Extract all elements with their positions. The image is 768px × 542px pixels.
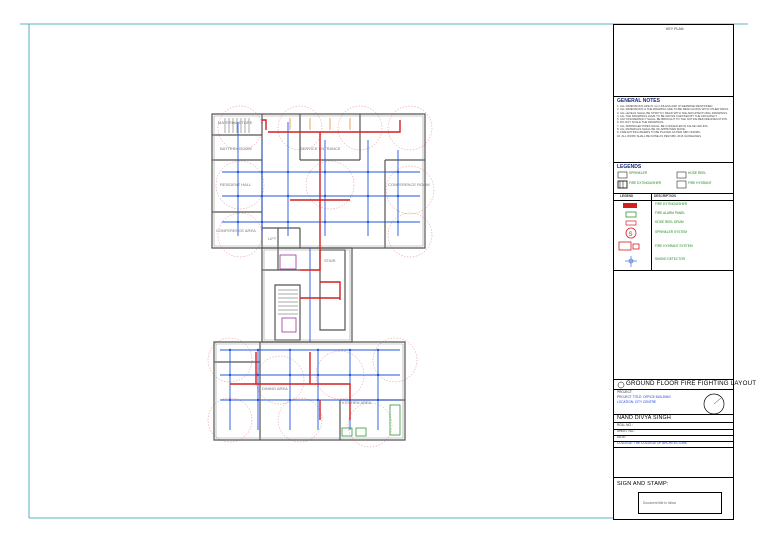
author-name: NAND DIVYA SINGH: [617, 415, 672, 421]
room-label-resident-hall: RESIDENT HALL: [220, 182, 252, 187]
info-line: ROLL NO.:: [617, 423, 633, 427]
sprinkler-heads: [228, 170, 400, 402]
note-item: 10. ALL WORK SHALL BE DONE AS PER NBC 20…: [617, 134, 702, 138]
divider: [614, 435, 733, 436]
stamp-box: Document title to follow: [638, 492, 722, 514]
legend-desc: FIRE ALARM PANEL: [655, 211, 686, 215]
divider: [614, 447, 733, 448]
sprinkler-head: [323, 220, 327, 224]
sprinkler-head: [323, 194, 327, 198]
legend-table-header: DESCRIPTION: [654, 194, 676, 198]
sprinkler-head: [376, 398, 380, 402]
sprinkler-head: [396, 170, 400, 174]
drawing-sheet: MATERIAL STORE BATTERY ROOM RESIDENT HAL…: [0, 0, 768, 542]
sprinkler-head: [396, 194, 400, 198]
legend-symbols: S: [618, 203, 640, 267]
legend-desc: SPRINKLER SYSTEM: [655, 230, 688, 234]
legends-heading: LEGENDS: [617, 164, 642, 170]
legend-desc: FIRE EXTINGUISHER: [655, 202, 688, 206]
sprinkler-head: [348, 373, 352, 377]
project-line: LOCATION: CITY CENTRE: [617, 400, 657, 404]
sprinkler-head: [260, 194, 264, 198]
sprinkler-head: [376, 373, 380, 377]
sprinkler-head: [286, 194, 290, 198]
wall-hatch: [213, 115, 424, 439]
room-label-conference-area: CONFERENCE AREA: [216, 228, 256, 233]
general-notes-list: 1. ALL DIMENSIONS ARE IN mm UNLESS AND O…: [617, 105, 732, 138]
sprinkler-head: [236, 220, 240, 224]
sprinkler-head: [323, 170, 327, 174]
legend-key-label: FIRE HYDRANT: [688, 181, 712, 185]
divider: [651, 193, 652, 270]
title-block: KEY PLAN GENERAL NOTES 1. ALL DIMENSIONS…: [613, 24, 756, 520]
sprinkler-head: [228, 398, 232, 402]
sprinkler-head: [316, 398, 320, 402]
room-label-battery-room: BATTERY ROOM: [220, 146, 252, 151]
divider: [614, 270, 733, 271]
general-notes-heading: GENERAL NOTES: [617, 98, 660, 104]
info-line: SHEET NO.:: [617, 429, 636, 433]
sprinkler-head: [236, 170, 240, 174]
sprinkler-head: [316, 373, 320, 377]
north-arrow-icon: [617, 381, 625, 389]
building-walls: [211, 113, 426, 441]
divider: [614, 162, 733, 163]
sprinkler-head: [256, 348, 260, 352]
sprinkler-head: [376, 348, 380, 352]
info-line: COLLEGE: THE COLLEGE OF ARCHITECTURE: [617, 441, 688, 445]
sprinkler-head: [366, 170, 370, 174]
sprinkler-head: [256, 373, 260, 377]
sprinkler-head: [228, 348, 232, 352]
legend-table-header: LEGEND: [620, 194, 634, 198]
room-label-kitchen-area: KITCHEN AREA: [342, 400, 372, 405]
sprinkler-head: [286, 220, 290, 224]
sprinkler-head: [348, 348, 352, 352]
room-label-service-entrance: SERVICE ENTRANCE: [300, 146, 341, 151]
legend-key-label: FIRE EXTINGUISHER: [629, 181, 662, 185]
room-label-conference-room: CONFERENCE ROOM: [388, 182, 430, 187]
divider: [614, 96, 733, 97]
key-plan-label: KEY PLAN: [666, 27, 684, 31]
sprinkler-head: [288, 373, 292, 377]
sprinkler-head: [366, 194, 370, 198]
sprinkler-head: [288, 348, 292, 352]
legend-key-label: SPRINKLER: [629, 171, 648, 175]
sprinkler-head: [316, 348, 320, 352]
scale-circle-icon: [703, 393, 725, 415]
sprinkler-head: [366, 220, 370, 224]
sprinkler-head: [260, 170, 264, 174]
legend-desc: SMOKE DETECTOR: [655, 257, 685, 261]
legend-desc: FIRE HYDRANT SYSTEM: [655, 244, 693, 248]
sprinkler-head: [236, 194, 240, 198]
legend-desc: HOSE REEL DRUM: [655, 220, 684, 224]
stamp-text: Document title to follow: [643, 501, 676, 505]
divider: [614, 477, 733, 478]
sprinkler-head: [228, 373, 232, 377]
drawing-title: GROUND FLOOR FIRE FIGHTING LAYOUT: [626, 380, 757, 387]
divider: [614, 429, 733, 430]
legend-key-label: HOSE REEL: [688, 171, 707, 175]
room-label-lift: LIFT: [268, 236, 277, 241]
svg-text:S: S: [629, 232, 633, 238]
hydrant-pipes: [289, 118, 351, 130]
coverage-circles: [207, 105, 435, 448]
lift-shafts: [279, 254, 297, 333]
sign-label: SIGN AND STAMP:: [617, 481, 669, 487]
sprinkler-head: [288, 398, 292, 402]
divider: [614, 441, 733, 442]
room-label-stair: STAIR: [324, 258, 336, 263]
sprinkler-head: [256, 398, 260, 402]
sprinkler-head: [260, 220, 264, 224]
room-label-material-store: MATERIAL STORE: [218, 120, 253, 125]
info-line: DATE:: [617, 435, 627, 439]
sprinkler-head: [286, 170, 290, 174]
sprinkler-head: [396, 220, 400, 224]
room-label-dining-area: DINING AREA: [262, 386, 288, 391]
